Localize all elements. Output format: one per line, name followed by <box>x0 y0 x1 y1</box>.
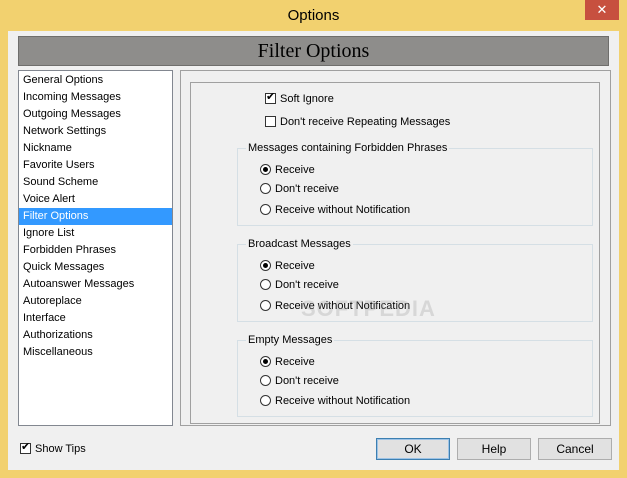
radio-icon[interactable] <box>260 279 271 290</box>
radio-selected-icon[interactable] <box>260 164 271 175</box>
radio-icon[interactable] <box>260 395 271 406</box>
nav-item-nickname[interactable]: Nickname <box>19 140 172 157</box>
broadcast-dont-receive-radio[interactable]: Don't receive <box>260 277 339 293</box>
soft-ignore-label: Soft Ignore <box>280 93 334 105</box>
nav-item-autoanswer-messages[interactable]: Autoanswer Messages <box>19 276 172 293</box>
options-category-list[interactable]: General Options Incoming Messages Outgoi… <box>18 70 173 426</box>
show-tips-label: Show Tips <box>35 443 86 455</box>
radio-icon[interactable] <box>260 375 271 386</box>
empty-no-notification-radio[interactable]: Receive without Notification <box>260 393 410 409</box>
empty-messages-group: Empty Messages Receive Don't receive Rec… <box>237 333 593 417</box>
radio-icon[interactable] <box>260 183 271 194</box>
forbidden-no-notification-label: Receive without Notification <box>275 204 411 216</box>
broadcast-receive-radio[interactable]: Receive <box>260 258 315 274</box>
nav-item-quick-messages[interactable]: Quick Messages <box>19 259 172 276</box>
nav-item-interface[interactable]: Interface <box>19 310 172 327</box>
filter-options-panel: Soft Ignore Don't receive Repeating Mess… <box>180 70 611 426</box>
no-repeating-check-icon[interactable] <box>265 116 276 127</box>
show-tips-check-icon[interactable] <box>20 441 31 454</box>
broadcast-group-title: Broadcast Messages <box>246 237 353 251</box>
window-title: Options <box>287 7 340 24</box>
empty-dont-receive-radio[interactable]: Don't receive <box>260 373 339 389</box>
nav-item-ignore-list[interactable]: Ignore List <box>19 225 172 242</box>
nav-item-network-settings[interactable]: Network Settings <box>19 123 172 140</box>
show-tips-checkbox[interactable]: Show Tips <box>20 441 86 457</box>
forbidden-receive-label: Receive <box>275 164 315 176</box>
empty-receive-label: Receive <box>275 356 315 368</box>
watermark-text: SOFTPEDIA <box>301 296 436 321</box>
radio-selected-icon[interactable] <box>260 260 271 271</box>
close-button[interactable]: ✕ <box>585 0 619 20</box>
soft-ignore-check-icon[interactable] <box>265 91 276 104</box>
title-bar[interactable]: Options ✕ <box>0 0 627 31</box>
cancel-button[interactable]: Cancel <box>538 438 612 460</box>
options-window: Options ✕ Filter Options General Options… <box>0 0 627 478</box>
empty-receive-radio[interactable]: Receive <box>260 354 315 370</box>
radio-icon[interactable] <box>260 300 271 311</box>
broadcast-receive-label: Receive <box>275 260 315 272</box>
soft-ignore-checkbox[interactable]: Soft Ignore <box>265 91 334 107</box>
forbidden-dont-receive-radio[interactable]: Don't receive <box>260 181 339 197</box>
client-area: Filter Options General Options Incoming … <box>8 31 619 470</box>
nav-item-favorite-users[interactable]: Favorite Users <box>19 157 172 174</box>
page-title: Filter Options <box>257 40 370 62</box>
nav-item-voice-alert[interactable]: Voice Alert <box>19 191 172 208</box>
help-button[interactable]: Help <box>457 438 531 460</box>
forbidden-phrases-group-title: Messages containing Forbidden Phrases <box>246 141 450 155</box>
forbidden-no-notification-radio[interactable]: Receive without Notification <box>260 202 410 218</box>
close-icon: ✕ <box>596 2 608 17</box>
no-repeating-checkbox[interactable]: Don't receive Repeating Messages <box>265 114 450 130</box>
filter-options-frame: Soft Ignore Don't receive Repeating Mess… <box>190 82 600 424</box>
page-header: Filter Options <box>18 36 609 66</box>
nav-item-general-options[interactable]: General Options <box>19 72 172 89</box>
forbidden-phrases-group: Messages containing Forbidden Phrases Re… <box>237 141 593 226</box>
nav-item-incoming-messages[interactable]: Incoming Messages <box>19 89 172 106</box>
empty-group-title: Empty Messages <box>246 333 335 347</box>
forbidden-dont-receive-label: Don't receive <box>275 183 339 195</box>
nav-item-filter-options[interactable]: Filter Options <box>19 208 172 225</box>
radio-icon[interactable] <box>260 204 271 215</box>
nav-item-authorizations[interactable]: Authorizations <box>19 327 172 344</box>
empty-dont-receive-label: Don't receive <box>275 375 339 387</box>
empty-no-notification-label: Receive without Notification <box>275 395 411 407</box>
ok-button[interactable]: OK <box>376 438 450 460</box>
no-repeating-label: Don't receive Repeating Messages <box>280 116 451 128</box>
broadcast-dont-receive-label: Don't receive <box>275 279 339 291</box>
nav-item-outgoing-messages[interactable]: Outgoing Messages <box>19 106 172 123</box>
nav-item-autoreplace[interactable]: Autoreplace <box>19 293 172 310</box>
nav-item-miscellaneous[interactable]: Miscellaneous <box>19 344 172 361</box>
nav-item-sound-scheme[interactable]: Sound Scheme <box>19 174 172 191</box>
forbidden-receive-radio[interactable]: Receive <box>260 162 315 178</box>
radio-selected-icon[interactable] <box>260 356 271 367</box>
nav-item-forbidden-phrases[interactable]: Forbidden Phrases <box>19 242 172 259</box>
